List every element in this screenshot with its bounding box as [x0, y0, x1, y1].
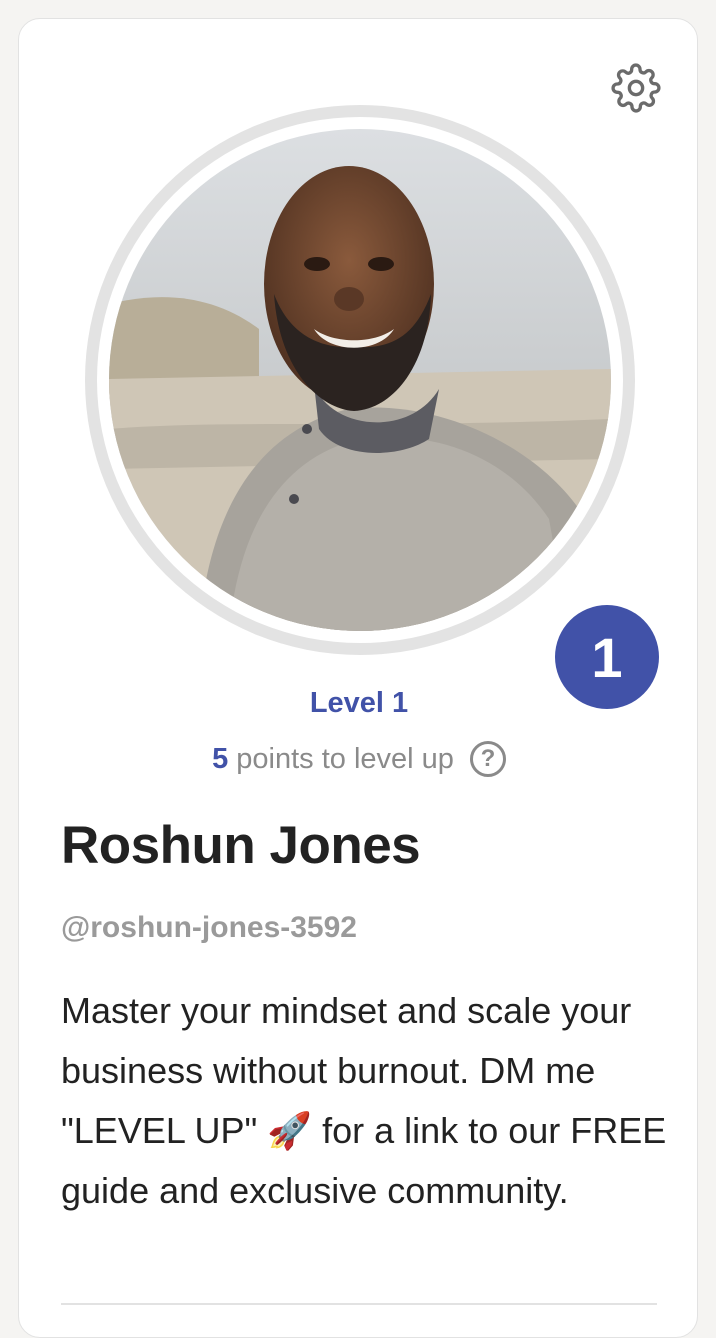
gear-icon — [611, 62, 661, 118]
profile-card: 1 Level 1 5 points to level up ? Roshun … — [18, 18, 698, 1338]
avatar[interactable] — [109, 129, 611, 631]
avatar-ring: 1 — [85, 105, 665, 715]
profile-name: Roshun Jones — [61, 816, 421, 875]
points-suffix: points to level up — [236, 742, 454, 775]
question-circle-icon[interactable]: ? — [469, 741, 506, 777]
points-to-level-up: 5 points to level up ? — [19, 741, 699, 777]
divider — [61, 1303, 657, 1305]
points-count: 5 — [212, 742, 229, 775]
profile-bio: Master your mindset and scale your busin… — [61, 990, 667, 1211]
settings-button[interactable] — [609, 62, 663, 118]
profile-handle: @roshun-jones-3592 — [61, 911, 357, 944]
level-label: Level 1 — [309, 687, 409, 719]
